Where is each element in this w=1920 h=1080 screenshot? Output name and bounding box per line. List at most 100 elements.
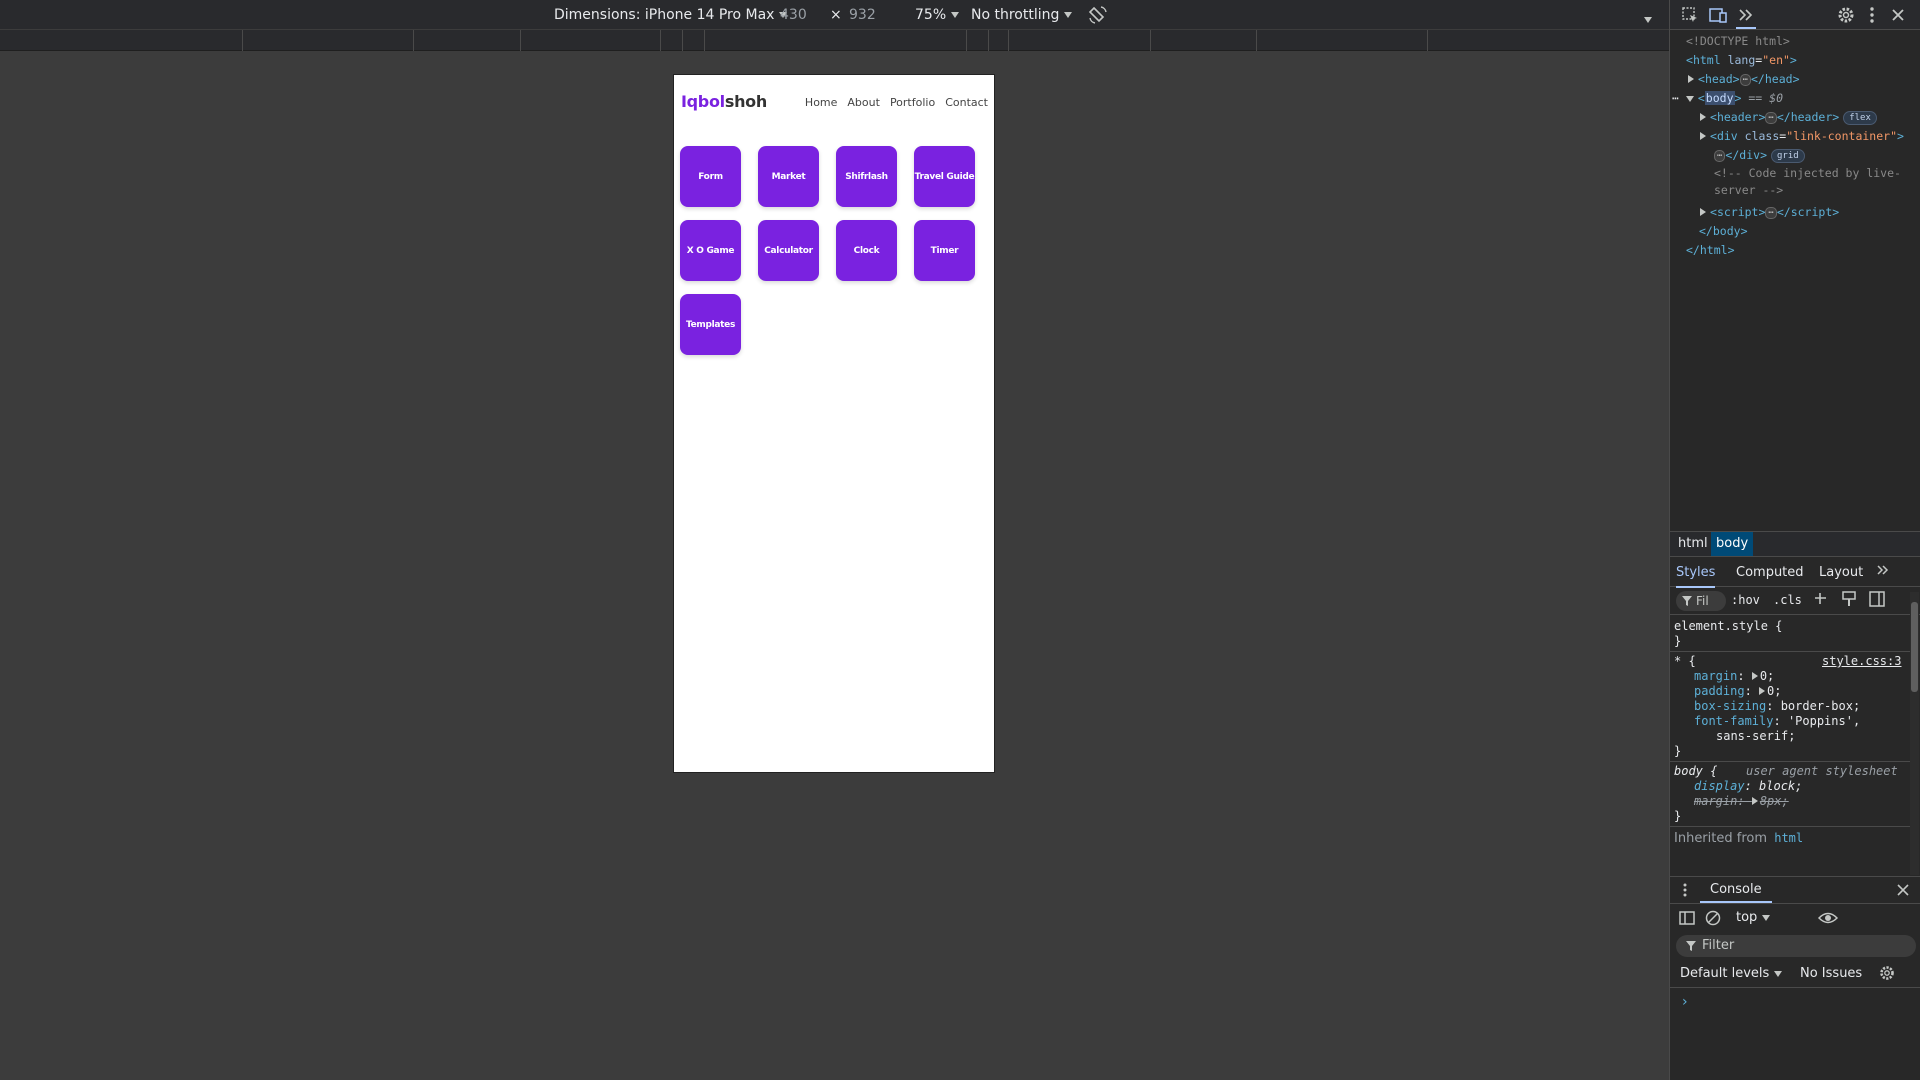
styles-filter-input[interactable]: Fil xyxy=(1676,591,1726,611)
issues-button[interactable]: No Issues xyxy=(1800,966,1862,981)
collapsed-ellipsis[interactable]: ⋯ xyxy=(1765,206,1777,219)
nav-about[interactable]: About xyxy=(847,96,880,109)
collapse-triangle-icon[interactable] xyxy=(1685,96,1694,102)
inspect-element-icon[interactable] xyxy=(1680,5,1700,25)
grid-badge[interactable]: grid xyxy=(1771,148,1805,163)
console-prompt[interactable]: › xyxy=(1682,994,1688,1010)
ruler-mark xyxy=(704,30,705,51)
chevron-down-icon xyxy=(1762,914,1771,921)
collapsed-ellipsis[interactable]: ⋯ xyxy=(1765,111,1777,124)
body-node[interactable]: ⋯ <body> == $0 xyxy=(1672,89,1783,108)
element-style-selector[interactable]: element.style { xyxy=(1674,619,1782,634)
tile-form[interactable]: Form xyxy=(680,146,741,207)
head-node[interactable]: <head> ⋯ </head> xyxy=(1688,70,1800,89)
more-tabs-icon[interactable] xyxy=(1736,5,1756,29)
style-source-link[interactable]: style.css:3 xyxy=(1822,654,1901,669)
clear-console-icon[interactable] xyxy=(1704,909,1722,931)
ruler-mark xyxy=(1427,30,1428,51)
html-node[interactable]: <html lang="en"> xyxy=(1686,51,1797,70)
script-node[interactable]: <script> ⋯ </script> xyxy=(1700,203,1839,222)
inherited-link[interactable]: html xyxy=(1774,831,1803,845)
context-select[interactable]: top xyxy=(1736,910,1771,925)
decl-display[interactable]: display: block; xyxy=(1694,779,1802,794)
tab-computed[interactable]: Computed xyxy=(1736,565,1804,580)
hov-toggle[interactable]: :hov xyxy=(1731,593,1760,607)
throttling-select[interactable]: No throttling xyxy=(971,7,1073,23)
header-tag: header xyxy=(1716,110,1759,124)
settings-icon[interactable] xyxy=(1836,5,1856,25)
nav-contact[interactable]: Contact xyxy=(945,96,988,109)
tile-clock[interactable]: Clock xyxy=(836,220,897,281)
html-tag: html xyxy=(1692,53,1721,67)
expand-triangle-icon[interactable] xyxy=(1688,75,1694,83)
decl-padding[interactable]: padding: 0; xyxy=(1694,684,1781,699)
tile-market[interactable]: Market xyxy=(758,146,819,207)
body-close-tag: body xyxy=(1712,224,1741,238)
doctype-node[interactable]: <!DOCTYPE html> xyxy=(1686,32,1790,51)
nav-portfolio[interactable]: Portfolio xyxy=(890,96,935,109)
width-input[interactable]: 430 xyxy=(780,7,807,23)
rule-close: } xyxy=(1674,809,1682,823)
breadcrumb-html[interactable]: html xyxy=(1673,536,1713,551)
site-logo[interactable]: Iqbolshoh xyxy=(681,92,767,111)
styles-scrollbar[interactable] xyxy=(1910,592,1919,875)
expand-triangle-icon[interactable] xyxy=(1700,132,1706,140)
tile-xo-game[interactable]: X O Game xyxy=(680,220,741,281)
tab-console[interactable]: Console xyxy=(1700,877,1772,903)
tile-templates[interactable]: Templates xyxy=(680,294,741,355)
sidebar-toggle-icon[interactable] xyxy=(1868,590,1886,611)
decl-font-family[interactable]: font-family: 'Poppins', xyxy=(1694,714,1860,729)
device-dimensions-select[interactable]: Dimensions: iPhone 14 Pro Max xyxy=(554,7,788,23)
levels-select[interactable]: Default levels xyxy=(1680,966,1783,981)
body-selector[interactable]: body { xyxy=(1674,764,1717,779)
kebab-menu-icon[interactable] xyxy=(1862,5,1882,25)
div-node[interactable]: <div class="link-container"> xyxy=(1700,127,1904,146)
decl-margin[interactable]: margin: 0; xyxy=(1694,669,1774,684)
ruler-mark xyxy=(966,30,967,51)
console-settings-icon[interactable] xyxy=(1878,964,1896,986)
header-close-tag: header xyxy=(1790,110,1833,124)
live-server-comment[interactable]: <!-- Code injected by live-server --> xyxy=(1714,165,1914,199)
zoom-select[interactable]: 75% xyxy=(915,7,960,23)
new-rule-icon[interactable] xyxy=(1812,590,1830,611)
console-sidebar-icon[interactable] xyxy=(1678,909,1696,931)
prop-value: 0; xyxy=(1759,669,1775,683)
tab-styles[interactable]: Styles xyxy=(1676,565,1716,588)
more-tabs-icon[interactable] xyxy=(1875,562,1891,582)
paint-icon[interactable] xyxy=(1840,590,1858,611)
collapsed-ellipsis[interactable]: ⋯ xyxy=(1714,149,1726,162)
close-drawer-icon[interactable] xyxy=(1894,881,1912,903)
header-node[interactable]: <header> ⋯ </header> flex xyxy=(1700,108,1877,127)
console-filter-input[interactable]: Filter xyxy=(1676,935,1916,957)
tile-shifrlash[interactable]: Shifrlash xyxy=(836,146,897,207)
console-levels-row: Default levels No Issues xyxy=(1670,960,1920,988)
flex-badge[interactable]: flex xyxy=(1843,110,1877,125)
decl-body-margin-overridden[interactable]: margin: 8px; xyxy=(1694,794,1789,809)
chevron-down-icon xyxy=(1774,970,1783,977)
eye-icon[interactable] xyxy=(1817,909,1839,931)
tab-layout[interactable]: Layout xyxy=(1819,565,1863,580)
device-toggle-icon[interactable] xyxy=(1708,5,1728,25)
head-close-tag: head xyxy=(1764,72,1793,86)
drawer-menu-icon[interactable] xyxy=(1678,880,1692,904)
universal-selector[interactable]: * { xyxy=(1674,654,1696,669)
console-toolbar: top xyxy=(1670,904,1920,932)
device-toolbar-more-icon[interactable] xyxy=(1644,12,1652,28)
scrollbar-thumb[interactable] xyxy=(1911,602,1918,692)
body-close-node[interactable]: </body> xyxy=(1699,222,1748,241)
nav-home[interactable]: Home xyxy=(805,96,837,109)
styles-tabbar: Styles Computed Layout xyxy=(1670,557,1920,588)
tile-timer[interactable]: Timer xyxy=(914,220,975,281)
tile-calculator[interactable]: Calculator xyxy=(758,220,819,281)
html-close-node[interactable]: </html> xyxy=(1686,241,1735,260)
collapsed-ellipsis[interactable]: ⋯ xyxy=(1739,73,1751,86)
close-icon[interactable] xyxy=(1888,5,1908,25)
rotate-icon[interactable] xyxy=(1088,5,1108,25)
height-input[interactable]: 932 xyxy=(849,7,876,23)
cls-toggle[interactable]: .cls xyxy=(1773,593,1802,607)
expand-triangle-icon[interactable] xyxy=(1700,208,1706,216)
decl-box-sizing[interactable]: box-sizing: border-box; xyxy=(1694,699,1860,714)
expand-triangle-icon[interactable] xyxy=(1700,113,1706,121)
breadcrumb-body[interactable]: body xyxy=(1711,532,1754,556)
tile-travel-guide[interactable]: Travel Guide xyxy=(914,146,975,207)
